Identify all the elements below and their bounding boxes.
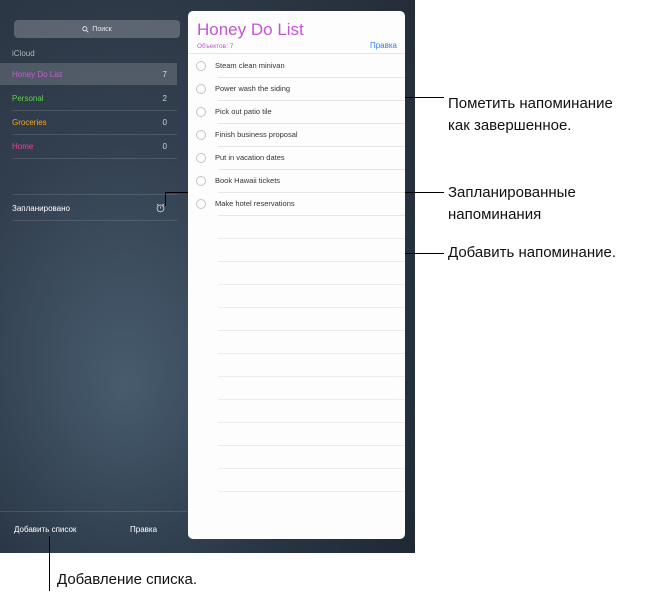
empty-reminder-line (218, 376, 405, 377)
reminder-text: Finish business proposal (215, 130, 298, 139)
divider (12, 194, 177, 195)
search-placeholder: Поиск (92, 25, 112, 33)
reminder-text: Pick out patio tile (215, 107, 272, 116)
complete-checkbox[interactable] (196, 152, 206, 163)
callout-add-reminder: Добавить напоминание. (448, 244, 617, 261)
reminder-list-card: Honey Do List Объектов: 7 Правка Steam c… (188, 11, 405, 539)
reminder-text: Make hotel reservations (215, 199, 295, 208)
sidebar-item-scheduled[interactable]: Запланировано (0, 196, 177, 220)
sidebar-item-groceries[interactable]: Groceries 0 (0, 111, 177, 133)
list-name: Home (12, 141, 34, 151)
list-count: 7 (162, 69, 167, 79)
sidebar: Поиск iCloud Honey Do List 7 Personal 2 … (0, 0, 187, 553)
empty-reminder-line (218, 284, 405, 285)
callout-mark-complete-line2: как завершенное. (448, 117, 572, 134)
reminder-item[interactable]: Make hotel reservations (188, 192, 405, 215)
scheduled-label: Запланировано (12, 203, 70, 213)
reminder-text: Power wash the siding (215, 84, 291, 93)
reminder-item[interactable]: Power wash the siding (188, 77, 405, 100)
reminder-text: Book Hawaii tickets (215, 176, 281, 185)
empty-reminder-line (218, 422, 405, 423)
search-icon (82, 25, 89, 33)
edit-button[interactable]: Правка (370, 41, 397, 50)
empty-reminder-line (218, 307, 405, 308)
complete-checkbox[interactable] (196, 129, 206, 140)
callout-add-list: Добавление списка. (57, 571, 198, 588)
divider (12, 158, 177, 159)
reminder-text: Put in vacation dates (215, 153, 285, 162)
complete-checkbox[interactable] (196, 106, 206, 117)
list-count: 0 (162, 117, 167, 127)
sidebar-toolbar: Добавить список Правка (0, 511, 187, 542)
callout-mark-complete-line1: Пометить напоминание (448, 95, 613, 112)
empty-reminder-line (218, 261, 405, 262)
callout-scheduled-line2: напоминания (448, 206, 542, 223)
add-list-button[interactable]: Добавить список (14, 525, 76, 534)
list-count: 0 (162, 141, 167, 151)
complete-checkbox[interactable] (196, 175, 206, 186)
section-label-icloud: iCloud (12, 49, 35, 58)
list-count: 2 (162, 93, 167, 103)
item-count: Объектов: 7 (197, 43, 234, 50)
empty-reminder-line (218, 399, 405, 400)
empty-reminder-line (218, 468, 405, 469)
sidebar-item-home[interactable]: Home 0 (0, 135, 177, 157)
empty-reminder-line (218, 353, 405, 354)
alarm-clock-icon (156, 203, 165, 213)
list-name: Groceries (12, 117, 47, 127)
empty-reminder-line (218, 330, 405, 331)
reminder-item[interactable]: Pick out patio tile (188, 100, 405, 123)
divider (12, 220, 177, 221)
complete-checkbox[interactable] (196, 83, 206, 94)
list-name: Personal (12, 93, 44, 103)
reminder-item[interactable]: Finish business proposal (188, 123, 405, 146)
list-name: Honey Do List (12, 69, 63, 79)
reminder-item[interactable]: Put in vacation dates (188, 146, 405, 169)
sidebar-item-personal[interactable]: Personal 2 (0, 87, 177, 109)
search-field[interactable]: Поиск (14, 20, 180, 38)
reminder-item[interactable]: Book Hawaii tickets (188, 169, 405, 192)
complete-checkbox[interactable] (196, 198, 206, 209)
ipad-screen: Поиск iCloud Honey Do List 7 Personal 2 … (0, 0, 415, 553)
edit-lists-button[interactable]: Правка (130, 525, 157, 534)
reminder-text: Steam clean minivan (215, 61, 285, 70)
callout-scheduled-line1: Запланированные (448, 184, 576, 201)
empty-reminder-line (218, 238, 405, 239)
sidebar-item-honey-do-list[interactable]: Honey Do List 7 (0, 63, 177, 85)
list-title: Honey Do List (197, 20, 304, 39)
divider (218, 215, 405, 216)
reminder-item[interactable]: Steam clean minivan (188, 54, 405, 77)
empty-reminder-line (218, 491, 405, 492)
empty-reminder-line (218, 445, 405, 446)
complete-checkbox[interactable] (196, 60, 206, 71)
